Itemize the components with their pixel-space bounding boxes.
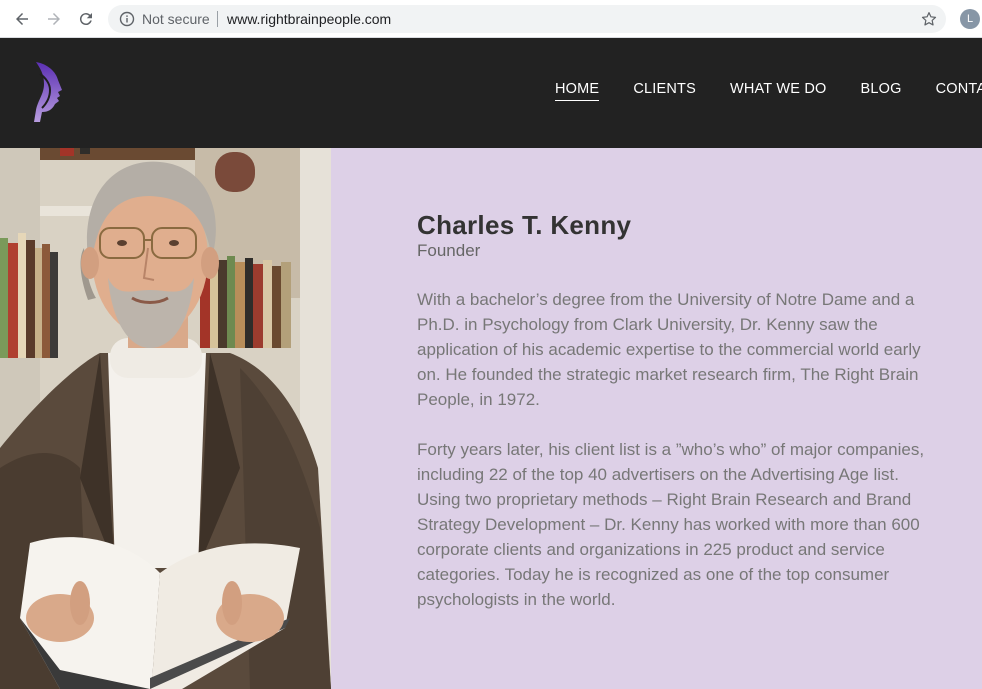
bio-panel: Charles T. Kenny Founder With a bachelor… xyxy=(331,148,982,689)
info-icon[interactable] xyxy=(119,11,135,27)
founder-name: Charles T. Kenny xyxy=(417,210,632,240)
address-bar[interactable]: Not secure www.rightbrainpeople.com xyxy=(108,5,946,33)
nav-item-home[interactable]: HOME xyxy=(555,81,600,101)
founder-role: Founder xyxy=(417,241,481,260)
site-header: HOME CLIENTS WHAT WE DO BLOG CONTACT xyxy=(0,38,982,148)
back-icon[interactable] xyxy=(12,9,32,29)
url-text[interactable]: www.rightbrainpeople.com xyxy=(227,11,391,27)
bio-paragraph: Forty years later, his client list is a … xyxy=(417,440,925,609)
nav-item-blog[interactable]: BLOG xyxy=(860,81,901,101)
nav-item-contact[interactable]: CONTACT xyxy=(936,81,982,101)
brain-head-logo-icon[interactable] xyxy=(30,60,66,124)
security-label: Not secure xyxy=(142,11,210,27)
founder-portrait xyxy=(0,148,331,689)
nav-item-clients[interactable]: CLIENTS xyxy=(633,81,696,101)
nav-item-what-we-do[interactable]: WHAT WE DO xyxy=(730,81,827,101)
main-nav: HOME CLIENTS WHAT WE DO BLOG CONTACT xyxy=(555,81,982,101)
star-icon[interactable] xyxy=(920,10,938,28)
reload-icon[interactable] xyxy=(76,9,96,29)
bio-paragraph: With a bachelor’s degree from the Univer… xyxy=(417,290,921,409)
profile-avatar[interactable]: L xyxy=(960,9,980,29)
address-separator xyxy=(217,11,218,27)
forward-icon[interactable] xyxy=(44,9,64,29)
browser-toolbar: Not secure www.rightbrainpeople.com L xyxy=(0,0,982,38)
